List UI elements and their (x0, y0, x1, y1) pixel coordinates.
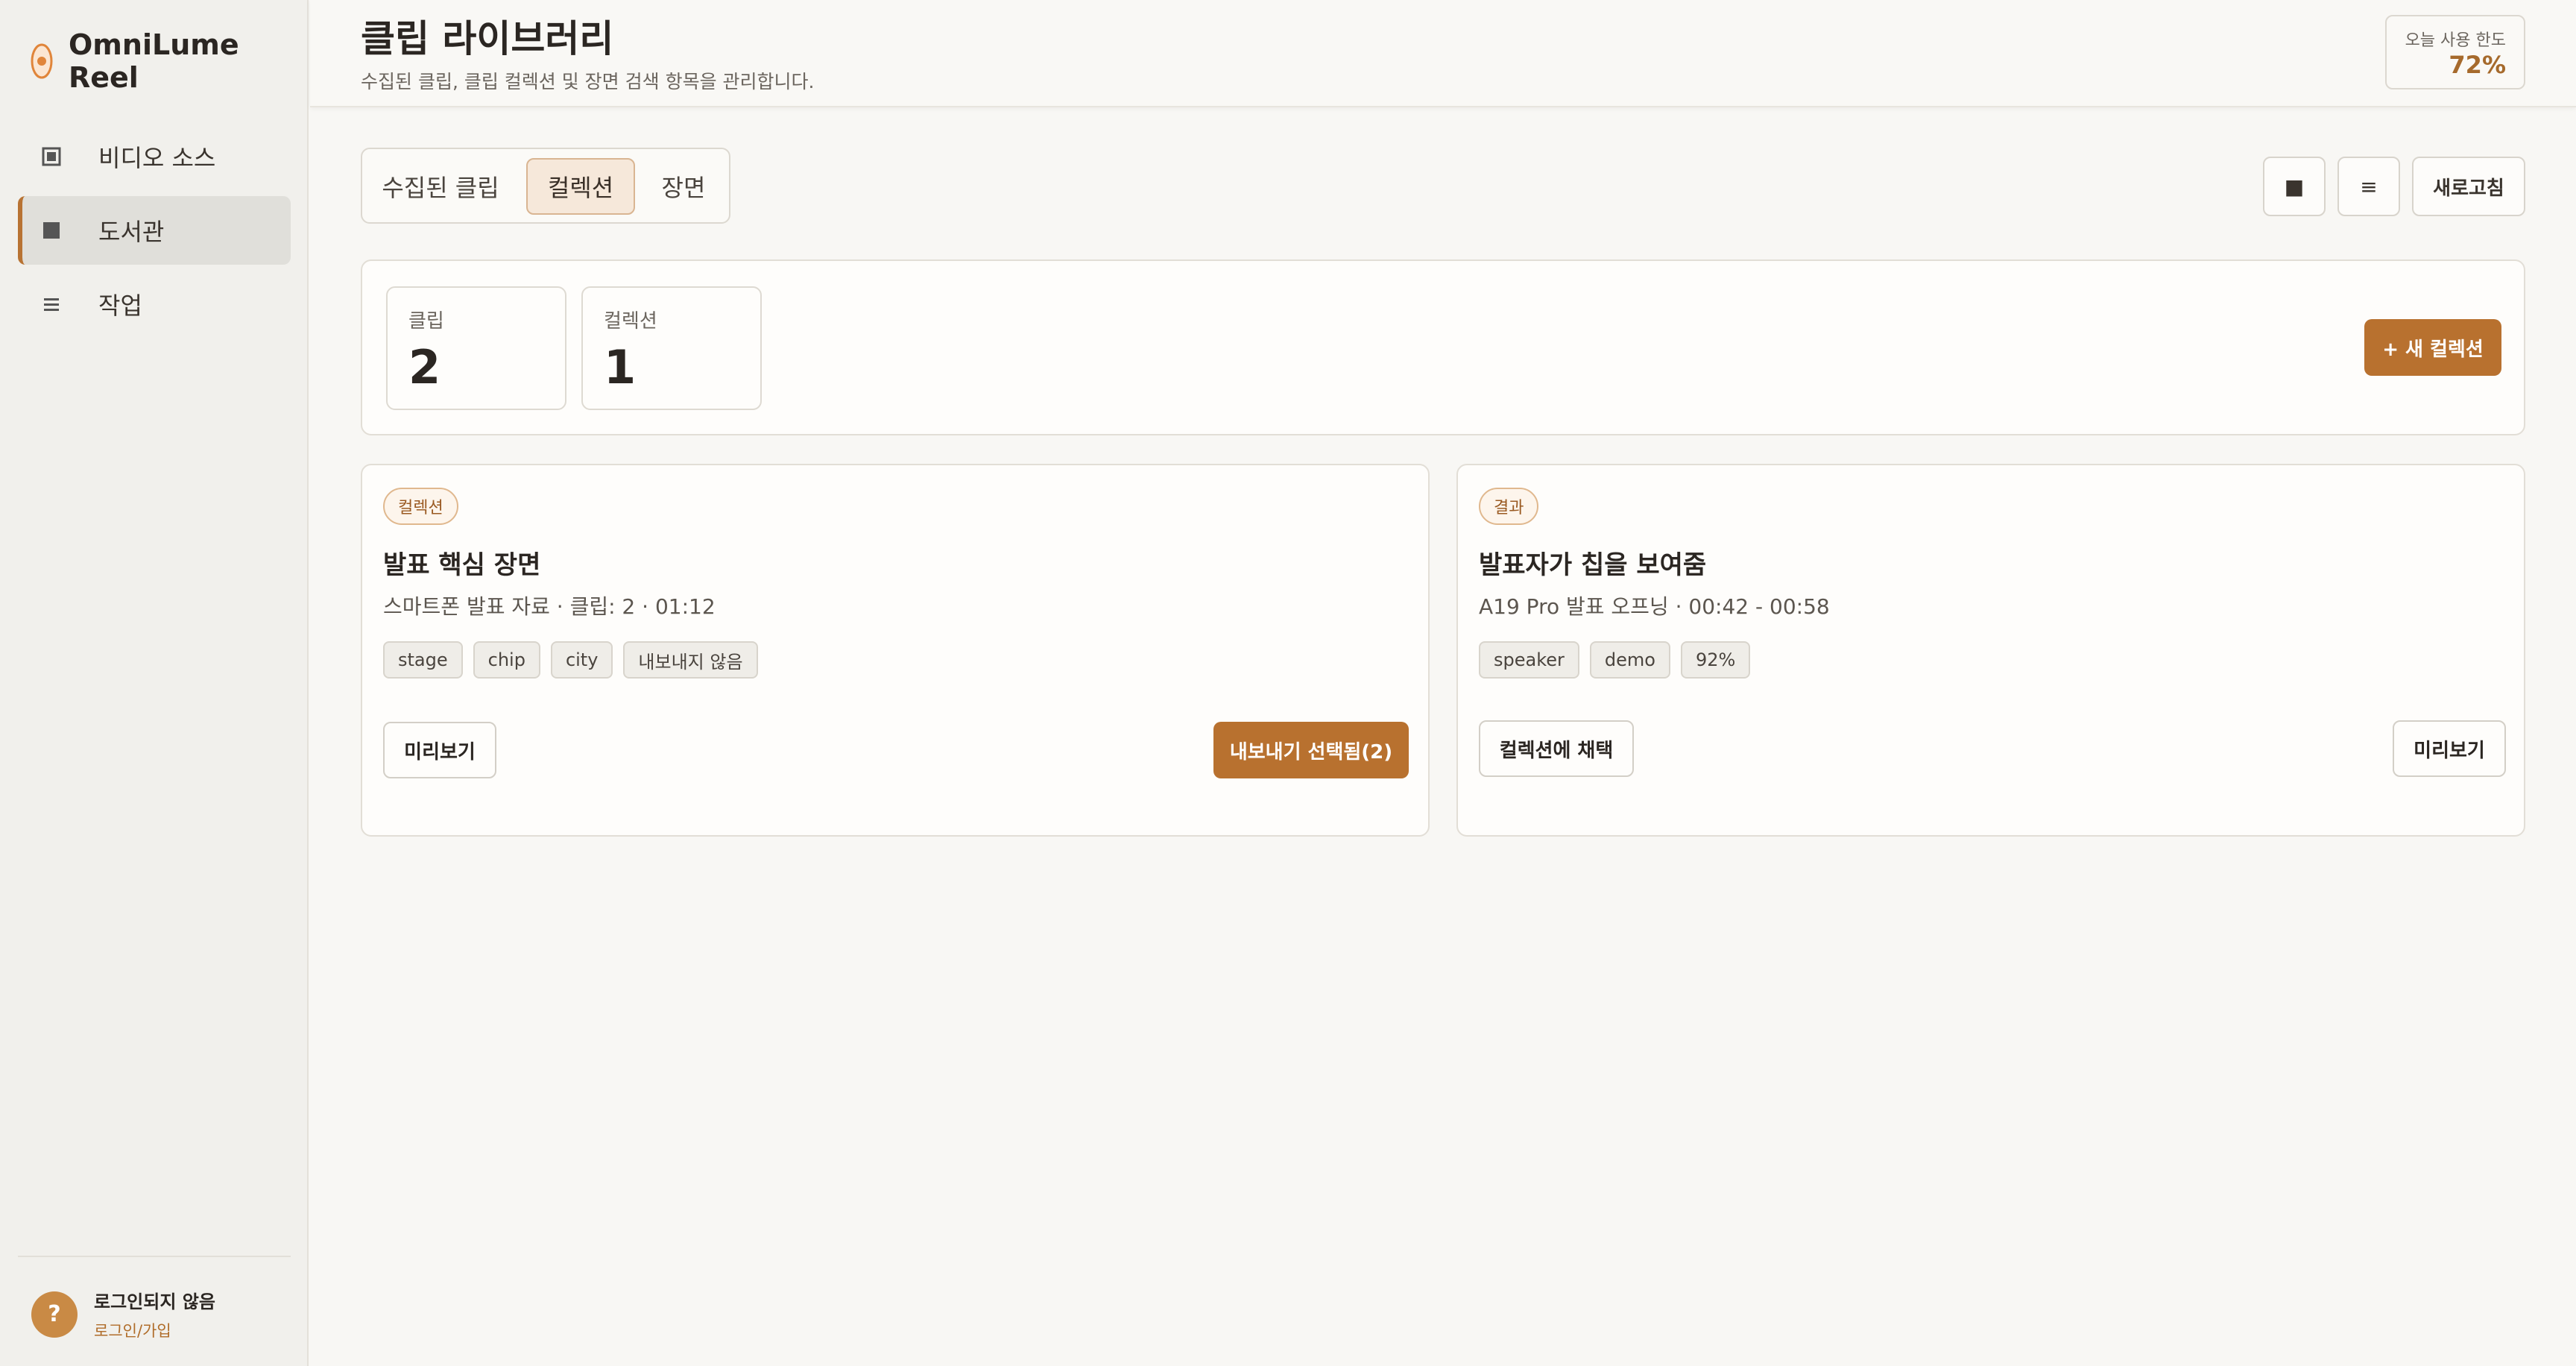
page-subtitle: 수집된 클립, 클립 컬렉션 및 장면 검색 항목을 관리합니다. (361, 71, 815, 92)
tag: city (550, 641, 613, 679)
refresh-button[interactable]: 새로고침 (2412, 157, 2525, 216)
card-meta: A19 Pro 발표 오프닝 · 00:42 - 00:58 (1479, 594, 1830, 619)
add-to-collection-button[interactable]: 컬렉션에 채택 (1479, 720, 1634, 777)
list-view-icon: ≡ (2360, 174, 2378, 199)
tag: demo (1589, 641, 1670, 679)
sidebar-divider (18, 1256, 291, 1257)
sidebar-item-label: 비디오 소스 (98, 144, 216, 172)
collections-stat-value: 1 (604, 340, 637, 394)
preview-button[interactable]: 미리보기 (383, 722, 496, 778)
user-box[interactable]: ? 로그인되지 않음 로그인/가입 (31, 1287, 215, 1341)
usage-limit-box: 오늘 사용 한도 72% (2385, 15, 2525, 89)
tag: chip (473, 641, 540, 679)
login-status: 로그인되지 않음 (94, 1291, 215, 1312)
grid-view-button[interactable]: ■ (2263, 157, 2326, 216)
tab-collected-clips[interactable]: 수집된 클립 (376, 158, 505, 215)
sidebar-item-tasks[interactable]: 작업 (18, 270, 291, 339)
usage-label: 오늘 사용 한도 (2405, 31, 2506, 50)
collections-stat-card: 컬렉션 1 (581, 286, 762, 410)
export-status-tag: 내보내지 않음 (623, 641, 758, 679)
clips-stat-label: 클립 (408, 310, 444, 333)
page-header: 클립 라이브러리 수집된 클립, 클립 컬렉션 및 장면 검색 항목을 관리합니… (310, 0, 2576, 107)
avatar[interactable]: ? (31, 1291, 78, 1338)
tag: stage (383, 641, 463, 679)
view-tabs: 수집된 클립 컬렉션 장면 (361, 148, 730, 224)
collection-card[interactable]: 컬렉션 발표 핵심 장면 스마트폰 발표 자료 · 클립: 2 · 01:12 … (361, 464, 1430, 837)
square-frame-icon (42, 147, 78, 166)
page-title: 클립 라이브러리 (361, 17, 614, 60)
card-meta: 스마트폰 발표 자료 · 클립: 2 · 01:12 (383, 594, 716, 619)
card-title: 발표 핵심 장면 (383, 550, 541, 580)
new-collection-button[interactable]: + 새 컬렉션 (2364, 319, 2501, 376)
collections-stat-label: 컬렉션 (604, 310, 657, 333)
match-score-tag: 92% (1680, 641, 1751, 679)
list-lines-icon (42, 295, 78, 314)
card-type-badge: 결과 (1479, 488, 1539, 525)
sidebar-item-label: 도서관 (98, 218, 165, 246)
card-type-badge: 컬렉션 (383, 488, 458, 525)
flame-dot-icon (30, 42, 54, 81)
tag: speaker (1479, 641, 1579, 679)
tag-list: stage chip city 내보내지 않음 (383, 641, 758, 679)
list-view-button[interactable]: ≡ (2337, 157, 2400, 216)
tab-scenes[interactable]: 장면 (644, 158, 723, 215)
stats-panel: 클립 2 컬렉션 1 + 새 컬렉션 (361, 259, 2525, 435)
clips-stat-card: 클립 2 (386, 286, 566, 410)
clips-stat-value: 2 (408, 340, 441, 394)
filled-square-icon (42, 221, 78, 240)
tab-collections[interactable]: 컬렉션 (526, 158, 635, 215)
sidebar-item-label: 작업 (98, 292, 142, 320)
app-name: OmniLume Reel (69, 28, 239, 94)
preview-button[interactable]: 미리보기 (2393, 720, 2506, 777)
card-title: 발표자가 칩을 보여줌 (1479, 550, 1707, 580)
export-selected-button[interactable]: 내보내기 선택됨(2) (1213, 722, 1409, 778)
sidebar: OmniLume Reel 비디오 소스 도서관 작업 ? 로그인되지 않음 로… (0, 0, 309, 1366)
tag-list: speaker demo 92% (1479, 641, 1751, 679)
login-link[interactable]: 로그인/가입 (94, 1319, 215, 1341)
usage-value: 72% (2449, 51, 2506, 79)
grid-view-icon: ■ (2284, 174, 2305, 199)
sidebar-item-video-source[interactable]: 비디오 소스 (18, 122, 291, 191)
result-card[interactable]: 결과 발표자가 칩을 보여줌 A19 Pro 발표 오프닝 · 00:42 - … (1456, 464, 2525, 837)
sidebar-item-library[interactable]: 도서관 (18, 196, 291, 265)
brand[interactable]: OmniLume Reel (30, 28, 307, 94)
